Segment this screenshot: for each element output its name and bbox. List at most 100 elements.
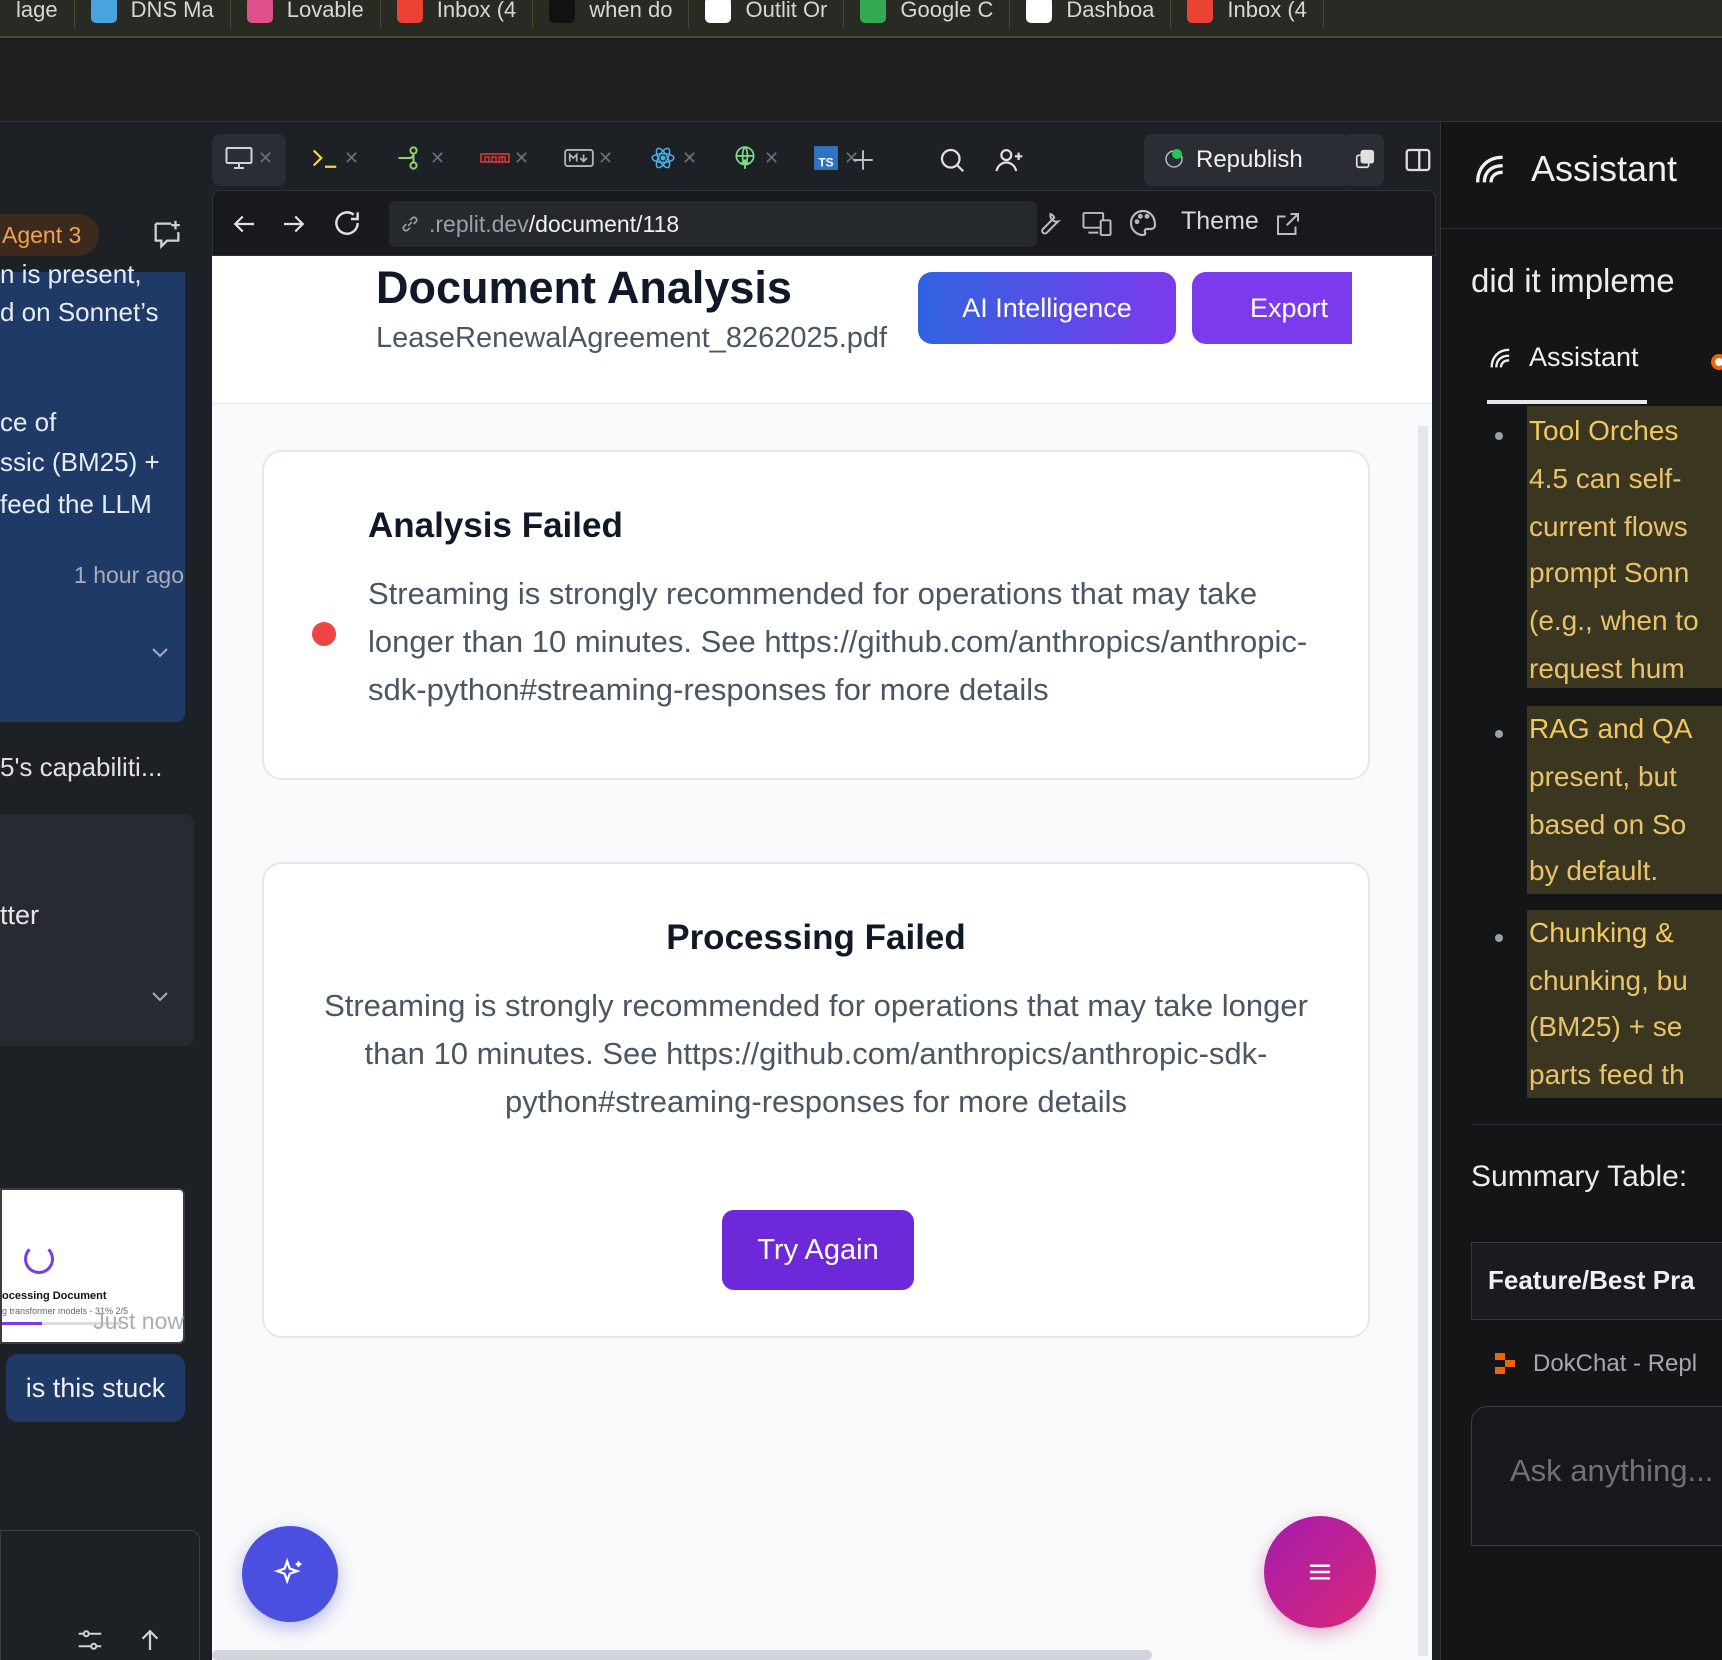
close-icon[interactable]: ✕ [598, 148, 613, 169]
tab-deploy[interactable]: ✕ [730, 136, 779, 180]
try-again-button[interactable]: Try Again [722, 1210, 914, 1290]
reload-icon[interactable] [331, 207, 363, 239]
bullet [1495, 934, 1503, 942]
tab-active-indicator [1487, 400, 1647, 404]
message-line: ssic (BM25) + [0, 447, 160, 477]
agent-label: Agent 3 [2, 221, 82, 248]
search-button[interactable] [932, 136, 972, 184]
menu-fab-button[interactable] [1264, 1516, 1376, 1628]
bookmark-label: DNS Ma [130, 0, 214, 22]
close-icon[interactable]: ✕ [430, 148, 445, 169]
bookmark-favicon-icon [705, 0, 732, 23]
card-text: tter [0, 900, 40, 930]
devices-icon[interactable] [1081, 209, 1113, 239]
timestamp: 1 hour ago [74, 562, 184, 588]
bookmark-item[interactable]: Inbox (4 [1171, 0, 1324, 29]
new-chat-icon[interactable] [150, 218, 184, 252]
tab-markdown[interactable]: ✕ [564, 136, 613, 180]
palette-icon[interactable] [1127, 207, 1159, 239]
arrow-up-icon[interactable] [135, 1625, 165, 1655]
page-title: Document Analysis [376, 262, 792, 313]
bookmark-item[interactable]: when do [533, 0, 690, 29]
markdown-icon [564, 149, 594, 167]
deploy-status-icon [1165, 149, 1183, 168]
tab-webview[interactable]: ✕ [224, 136, 273, 180]
bookmark-favicon-icon [1187, 0, 1214, 23]
bookmark-item[interactable]: Lovable [231, 0, 381, 29]
error-message: Streaming is strongly recommended for op… [324, 988, 1308, 1119]
settings-sliders-icon[interactable] [75, 1625, 105, 1655]
context-chip[interactable]: DokChat - Repl [1493, 1350, 1697, 1378]
bookmark-item[interactable]: Dashboa [1010, 0, 1172, 29]
ai-intelligence-label: AI Intelligence [962, 292, 1132, 323]
bookmark-item[interactable]: lage [0, 0, 75, 29]
bookmark-label: Inbox (4 [1227, 0, 1307, 22]
close-icon[interactable]: ✕ [514, 148, 529, 169]
bullet [1495, 730, 1503, 738]
bookmark-item[interactable]: DNS Ma [75, 0, 231, 29]
bookmark-favicon-icon [396, 0, 423, 23]
globe-upload-icon [735, 146, 755, 169]
link-icon [402, 216, 418, 232]
toggle-panel-button[interactable] [1398, 136, 1438, 184]
ai-sparkle-button[interactable] [242, 1526, 338, 1622]
message-line: d on Sonnet’s [0, 297, 159, 327]
invite-button[interactable] [990, 136, 1030, 184]
bookmark-item[interactable]: Google C [844, 0, 1011, 29]
wrench-icon[interactable] [1033, 209, 1063, 239]
close-icon[interactable]: ✕ [764, 148, 779, 169]
bookmark-label: Outlit Or [745, 0, 828, 22]
close-icon[interactable]: ✕ [344, 148, 359, 169]
bullet-heading: Tool Orches [1529, 415, 1679, 446]
export-label: Export [1250, 292, 1329, 323]
add-tab-button[interactable] [848, 136, 878, 184]
user-question: did it impleme [1471, 262, 1675, 299]
tab-assistant[interactable]: Assistant [1487, 342, 1639, 373]
republish-label: Republish [1196, 146, 1303, 173]
bullet-text: based on So [1529, 809, 1687, 840]
bullet-text: (BM25) + se [1529, 1011, 1683, 1042]
chat-input-box[interactable] [0, 1530, 200, 1660]
bullet-text: prompt Sonn [1529, 557, 1690, 588]
collapsed-card[interactable]: tter [0, 814, 194, 1046]
document-filename: LeaseRenewalAgreement_8262025.pdf [376, 322, 888, 354]
bookmark-favicon-icon [1026, 0, 1053, 23]
chevron-down-icon[interactable] [148, 984, 172, 1008]
user-message-text: is this stuck [25, 1372, 166, 1403]
bookmark-favicon-icon [90, 0, 117, 23]
assistant-input[interactable]: Ask anything... [1471, 1406, 1722, 1546]
back-arrow-icon[interactable] [229, 209, 259, 239]
vertical-scrollbar[interactable] [1418, 426, 1428, 1656]
external-link-icon[interactable] [1273, 209, 1303, 239]
git-branch-icon [398, 146, 418, 170]
spinner-icon [24, 1244, 54, 1274]
tab-npm[interactable]: ✕ [480, 136, 529, 180]
ai-intelligence-button[interactable]: AI Intelligence [918, 272, 1176, 344]
close-icon[interactable]: ✕ [682, 148, 697, 169]
add-user-icon [995, 149, 1023, 172]
bullet-text: request hum [1529, 653, 1685, 684]
url-path: /document/118 [528, 210, 680, 237]
close-icon[interactable]: ✕ [258, 148, 273, 169]
chevron-down-icon[interactable] [148, 640, 172, 664]
forward-arrow-icon[interactable] [279, 209, 309, 239]
bullet-text: by default. [1529, 855, 1659, 886]
page-header: Document Analysis LeaseRenewalAgreement_… [212, 256, 1432, 404]
agent-badge[interactable]: Agent 3 [0, 214, 100, 256]
webview-page: Document Analysis LeaseRenewalAgreement_… [212, 256, 1432, 1660]
divider [1441, 228, 1722, 229]
bookmark-item[interactable]: Outlit Or [689, 0, 845, 29]
tab-react[interactable]: ✕ [648, 136, 697, 180]
sparkle-icon [273, 1557, 302, 1585]
theme-label[interactable]: Theme [1181, 207, 1259, 236]
tab-git[interactable]: ✕ [396, 136, 445, 180]
url-input[interactable]: .replit.dev/document/118 [389, 201, 1037, 247]
export-button[interactable]: Export [1192, 272, 1352, 344]
bookmark-item[interactable]: Inbox (4 [381, 0, 534, 29]
republish-button[interactable]: Republish [1144, 134, 1350, 186]
tab-shell[interactable]: ✕ [310, 136, 359, 180]
bullet-text: parts feed th [1529, 1059, 1685, 1090]
republish-menu-button[interactable] [1348, 134, 1384, 186]
collapsed-summary[interactable]: 5's capabiliti... [0, 752, 163, 783]
horizontal-scrollbar[interactable] [212, 1650, 1152, 1660]
